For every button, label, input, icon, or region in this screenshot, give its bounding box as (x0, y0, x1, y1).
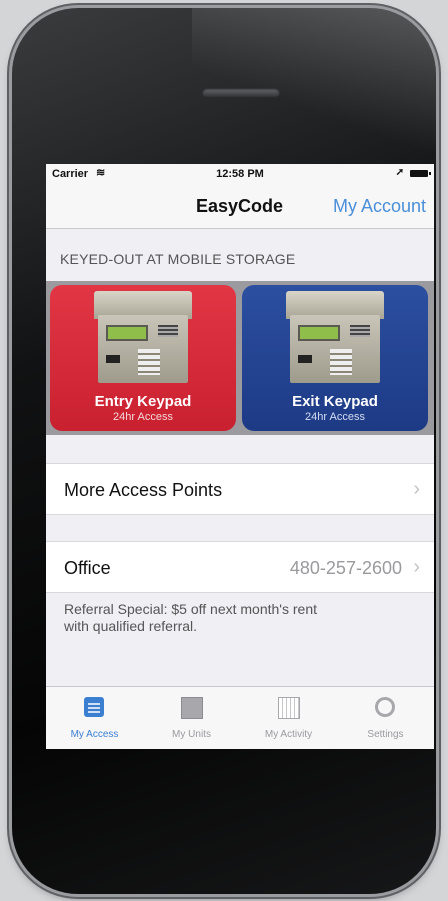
calendar-icon (278, 697, 300, 719)
app-screen: Carrier ≋ 12:58 PM ➚ EasyCode My Account… (46, 164, 434, 749)
more-access-points-row[interactable]: More Access Points › (46, 463, 434, 515)
tab-my-units[interactable]: My Units (143, 687, 240, 749)
keypad-device-icon (286, 291, 384, 383)
entry-keypad-subtitle: 24hr Access (113, 411, 173, 423)
chevron-right-icon: › (413, 556, 420, 578)
more-access-points-label: More Access Points (64, 480, 223, 500)
bottom-bezel (46, 749, 434, 809)
office-label: Office (64, 558, 111, 578)
status-time: 12:58 PM (216, 168, 264, 180)
tab-settings[interactable]: Settings (337, 687, 434, 749)
location-arrow-icon: ➚ (395, 167, 404, 178)
keypad-grid: Entry Keypad 24hr Access Exit Keypad 24h… (46, 281, 434, 435)
exit-keypad-subtitle: 24hr Access (305, 411, 365, 423)
tab-label: My Access (70, 729, 119, 740)
earpiece-speaker (202, 88, 280, 98)
referral-text: Referral Special: $5 off next month's re… (46, 593, 434, 649)
tab-label: My Activity (264, 729, 313, 740)
office-row[interactable]: Office 480-257-2600 › (46, 541, 434, 593)
tab-label: Settings (367, 729, 404, 740)
navigation-bar: EasyCode My Account (46, 184, 434, 229)
my-account-button[interactable]: My Account (333, 196, 426, 217)
section-header: KEYED-OUT AT MOBILE STORAGE (60, 251, 296, 267)
chevron-right-icon: › (413, 478, 420, 500)
referral-line-2: with qualified referral. (64, 618, 198, 634)
gear-icon (375, 697, 395, 717)
office-phone[interactable]: 480-257-2600 (290, 558, 402, 579)
keypad-device-icon (94, 291, 192, 383)
referral-line-1: Referral Special: $5 off next month's re… (64, 601, 317, 617)
entry-keypad-title: Entry Keypad (94, 393, 192, 410)
entry-keypad-button[interactable]: Entry Keypad 24hr Access (50, 285, 236, 431)
exit-keypad-title: Exit Keypad (292, 393, 378, 410)
unit-icon (181, 697, 203, 719)
tab-label: My Units (172, 729, 211, 740)
page-title: EasyCode (196, 196, 284, 216)
tab-my-activity[interactable]: My Activity (240, 687, 337, 749)
tab-my-access[interactable]: My Access (46, 687, 143, 749)
status-bar: Carrier ≋ 12:58 PM ➚ (46, 164, 434, 184)
keypad-icon (84, 697, 104, 717)
tab-bar: My Access My Units My Activity Settings (46, 686, 434, 749)
battery-icon (410, 170, 431, 177)
exit-keypad-button[interactable]: Exit Keypad 24hr Access (242, 285, 428, 431)
